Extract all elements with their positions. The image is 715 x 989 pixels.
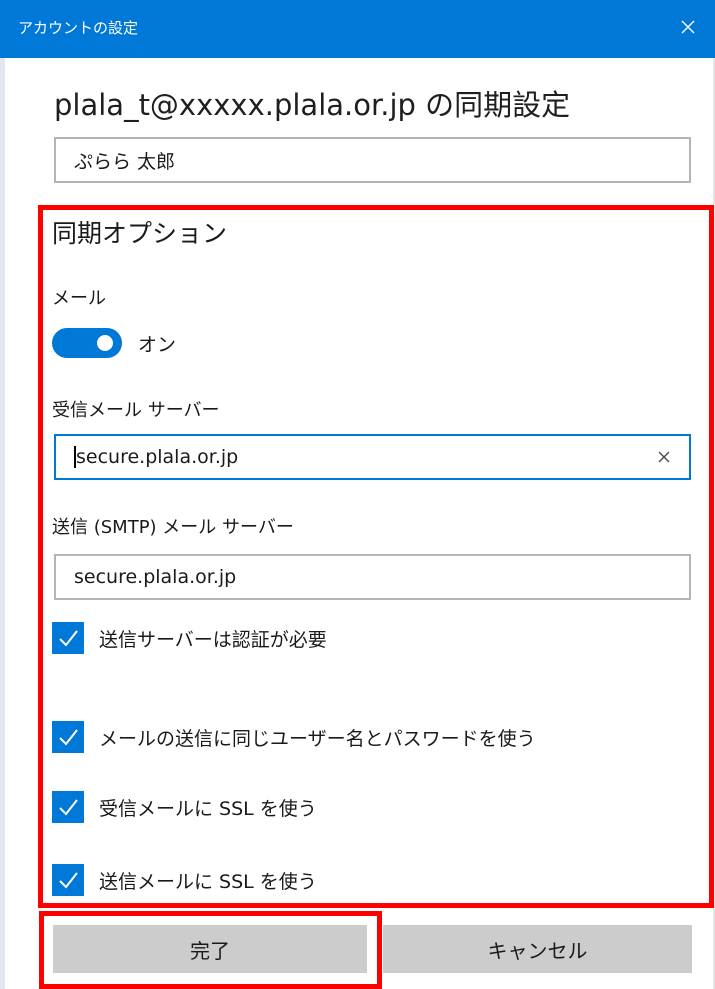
outgoing-server-input[interactable]: secure.plala.or.jp <box>54 554 691 600</box>
incoming-server-label: 受信メール サーバー <box>52 400 220 421</box>
checkbox-checked <box>52 864 84 896</box>
checkbox-label: メールの送信に同じユーザー名とパスワードを使う <box>99 727 536 750</box>
toggle-knob <box>97 335 113 351</box>
checkbox-outgoing-ssl[interactable]: 送信メールに SSL を使う <box>52 862 317 898</box>
page-title: plala_t@xxxxx.plala.or.jp の同期設定 <box>54 88 571 122</box>
checkbox-checked <box>52 622 84 654</box>
incoming-server-value: secure.plala.or.jp <box>74 446 657 468</box>
title-bar: アカウントの設定 <box>0 0 715 58</box>
checkbox-label: 送信サーバーは認証が必要 <box>99 628 327 651</box>
incoming-server-input[interactable]: secure.plala.or.jp <box>54 434 691 480</box>
toggle-track <box>52 328 122 358</box>
mail-toggle[interactable] <box>52 328 122 358</box>
checkbox-incoming-ssl[interactable]: 受信メールに SSL を使う <box>52 789 317 825</box>
account-name-value: ぷらら 太郎 <box>74 150 176 173</box>
window-left-edge <box>0 58 5 989</box>
clear-button[interactable] <box>657 450 671 464</box>
checkbox-checked <box>52 791 84 823</box>
checkbox-checked <box>52 721 84 753</box>
checkbox-label: 送信メールに SSL を使う <box>99 870 317 893</box>
close-icon <box>681 20 695 34</box>
done-button-highlight <box>39 911 382 989</box>
checkmark-icon <box>59 799 78 816</box>
checkbox-same-credentials[interactable]: メールの送信に同じユーザー名とパスワードを使う <box>52 719 536 755</box>
checkmark-icon <box>59 630 78 647</box>
checkbox-auth-required[interactable]: 送信サーバーは認証が必要 <box>52 620 327 656</box>
checkmark-icon <box>59 872 78 889</box>
mail-toggle-label: オン <box>138 334 177 356</box>
outgoing-server-label: 送信 (SMTP) メール サーバー <box>52 517 294 538</box>
outgoing-server-value: secure.plala.or.jp <box>74 566 237 588</box>
cancel-button[interactable]: キャンセル <box>383 925 692 973</box>
sync-options-title: 同期オプション <box>52 219 228 248</box>
checkbox-label: 受信メールに SSL を使う <box>99 797 317 820</box>
window-title: アカウントの設定 <box>18 19 139 37</box>
checkmark-icon <box>59 729 78 746</box>
close-button[interactable] <box>671 10 705 44</box>
clear-icon <box>658 451 670 463</box>
account-name-field[interactable]: ぷらら 太郎 <box>54 137 691 183</box>
mail-label: メール <box>52 288 106 309</box>
